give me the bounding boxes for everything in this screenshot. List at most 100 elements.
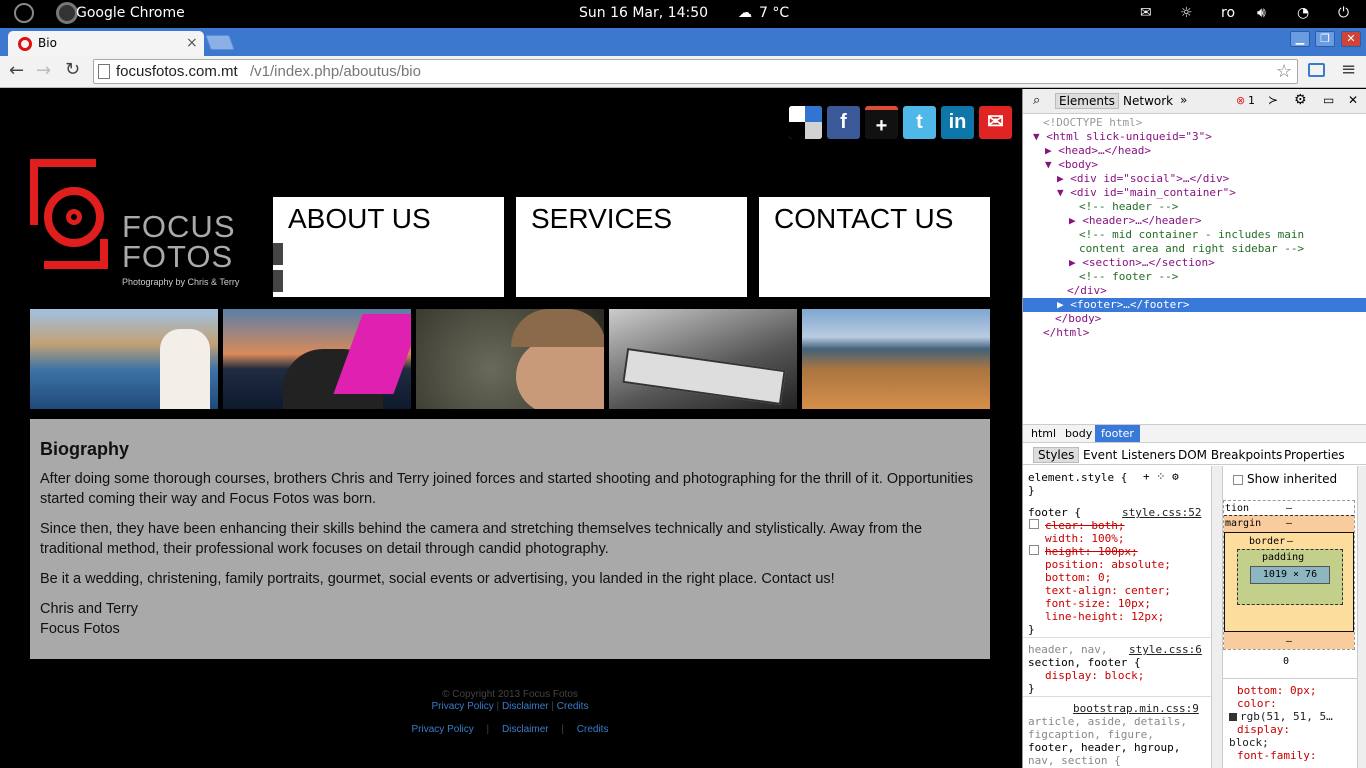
tab-elements[interactable]: Elements (1055, 93, 1119, 109)
rule-source-link[interactable]: bootstrap.min.css:9 (1073, 702, 1199, 715)
css-prop[interactable]: height: 100px; (1045, 545, 1138, 558)
devtools-close-icon[interactable]: ✕ (1348, 93, 1358, 107)
error-count[interactable]: 1 (1248, 94, 1255, 107)
new-tab-button[interactable] (205, 35, 235, 50)
brightness-icon[interactable]: ☼ (1180, 5, 1193, 21)
box-content-size[interactable]: 1019 × 76 (1250, 566, 1330, 584)
photo-thumb-wine[interactable] (609, 309, 797, 409)
linkedin-icon[interactable]: in (941, 106, 974, 139)
dom-line[interactable]: </html> (1043, 326, 1089, 340)
computed-prop[interactable]: color: (1237, 697, 1277, 710)
tab-properties[interactable]: Properties (1284, 448, 1345, 462)
css-prop[interactable]: width: 100%; (1045, 532, 1124, 545)
photo-thumb-beach[interactable] (802, 309, 990, 409)
color-swatch-icon[interactable] (1229, 713, 1237, 721)
close-window-button[interactable]: ✕ (1341, 31, 1361, 47)
more-tabs-icon[interactable]: » (1180, 93, 1187, 107)
dom-line[interactable]: content area and right sidebar --> (1079, 242, 1304, 256)
rule-source-link[interactable]: style.css:6 (1129, 643, 1202, 656)
dom-line[interactable]: ▼ <div id="main_container"> (1057, 186, 1236, 200)
add-rule-icon[interactable]: + ⁘ ⚙ (1143, 470, 1179, 483)
crumb-body[interactable]: body (1065, 427, 1092, 440)
dom-line[interactable]: ▶ <header>…</header> (1069, 214, 1201, 228)
css-prop[interactable]: display: block; (1045, 669, 1144, 682)
keyboard-layout[interactable]: ro (1221, 5, 1235, 21)
dock-icon[interactable]: ▭ (1323, 93, 1334, 107)
dom-line-selected[interactable]: ▶ <footer>…</footer> (1023, 298, 1366, 312)
wifi-icon[interactable]: ◔ (1297, 5, 1309, 21)
rule-selector[interactable]: figcaption, figure, (1028, 728, 1154, 741)
prop-checkbox[interactable] (1029, 545, 1039, 555)
forward-icon[interactable]: → (36, 60, 51, 81)
rule-source-link[interactable]: style.css:52 (1122, 506, 1201, 519)
restore-button[interactable]: ❐ (1315, 31, 1335, 47)
menu-icon[interactable]: ≡ (1341, 59, 1356, 80)
power-icon[interactable]: ⏻ (1338, 5, 1349, 21)
dom-line[interactable]: ▶ <div id="social">…</div> (1057, 172, 1229, 186)
footer-disclaimer-link[interactable]: Disclaimer (502, 701, 549, 712)
tab-network[interactable]: Network (1123, 94, 1173, 108)
css-prop[interactable]: line-height: 12px; (1045, 610, 1164, 623)
show-inherited-checkbox[interactable] (1233, 475, 1243, 485)
tab-styles[interactable]: Styles (1033, 447, 1080, 463)
photo-thumb-couple[interactable] (30, 309, 218, 409)
rule-selector[interactable]: header, nav, (1028, 643, 1107, 656)
css-prop[interactable]: position: absolute; (1045, 558, 1171, 571)
extension-icon[interactable] (1308, 63, 1325, 77)
css-prop[interactable]: bottom: 0; (1045, 571, 1111, 584)
address-bar[interactable]: focusfotos.com.mt /v1/index.php/aboutus/… (93, 59, 1298, 84)
console-icon[interactable]: ≻ (1268, 93, 1278, 107)
delicious-icon[interactable] (789, 106, 822, 139)
tab-dom-breakpoints[interactable]: DOM Breakpoints (1178, 448, 1282, 462)
computed-value[interactable]: block; (1229, 736, 1269, 749)
clock[interactable]: Sun 16 Mar, 14:50 (579, 5, 708, 21)
photo-thumb-sunset[interactable] (223, 309, 411, 409)
scrollbar[interactable] (1357, 466, 1366, 768)
tab-bio[interactable]: Bio × (8, 31, 204, 56)
rule-selector[interactable]: section, footer { (1028, 656, 1141, 669)
dom-line[interactable]: <!-- footer --> (1079, 270, 1178, 284)
dom-line[interactable]: <!DOCTYPE html> (1043, 116, 1142, 130)
dom-line[interactable]: </body> (1055, 312, 1101, 326)
scrollbar[interactable] (1211, 466, 1222, 768)
dom-line[interactable]: </div> (1067, 284, 1107, 298)
mail-icon[interactable]: ✉ (1140, 5, 1152, 21)
footer-privacy-link[interactable]: Privacy Policy (432, 701, 494, 712)
tab-event-listeners[interactable]: Event Listeners (1083, 448, 1176, 462)
footer-privacy-link-2[interactable]: Privacy Policy (412, 724, 474, 735)
dom-line[interactable]: ▼ <body> (1045, 158, 1098, 172)
crumb-footer[interactable]: footer (1095, 425, 1140, 442)
error-icon[interactable]: ⊗ (1236, 94, 1245, 107)
tab-close-icon[interactable]: × (186, 35, 198, 51)
photo-thumb-child[interactable] (416, 309, 604, 409)
inspect-search-icon[interactable]: ⌕ (1033, 93, 1040, 108)
footer-credits-link-2[interactable]: Credits (577, 724, 609, 735)
nav-contact-us[interactable]: CONTACT US (759, 197, 990, 297)
computed-prop[interactable]: font-family: (1237, 749, 1316, 762)
element-style-selector[interactable]: element.style { (1028, 471, 1127, 484)
dom-line[interactable]: <!-- header --> (1079, 200, 1178, 214)
prop-checkbox[interactable] (1029, 519, 1039, 529)
settings-gear-icon[interactable]: ⚙ (1294, 92, 1307, 108)
dom-line[interactable]: <!-- mid container - includes main (1079, 228, 1304, 242)
dom-line[interactable]: ▶ <section>…</section> (1069, 256, 1215, 270)
bookmark-star-icon[interactable]: ☆ (1276, 61, 1292, 82)
rule-selector[interactable]: nav, section { (1028, 754, 1121, 767)
footer-credits-link[interactable]: Credits (557, 701, 589, 712)
nav-about-us[interactable]: ABOUT US (273, 197, 504, 297)
app-menu-title[interactable]: Google Chrome (76, 5, 185, 21)
crumb-html[interactable]: html (1031, 427, 1056, 440)
computed-prop[interactable]: display: (1237, 723, 1290, 736)
rule-selector[interactable]: article, aside, details, (1028, 715, 1187, 728)
css-prop[interactable]: text-align: center; (1045, 584, 1171, 597)
rule-selector[interactable]: footer, header, hgroup, (1028, 741, 1180, 754)
google-plus-icon[interactable]: + (865, 106, 898, 139)
dom-line[interactable]: ▶ <head>…</head> (1045, 144, 1151, 158)
site-logo[interactable]: FOCUS FOTOS Photography by Chris & Terry (30, 159, 260, 289)
email-icon[interactable]: ✉ (979, 106, 1012, 139)
nav-services[interactable]: SERVICES (516, 197, 747, 297)
computed-prop[interactable]: bottom: 0px; (1237, 684, 1316, 697)
back-icon[interactable]: ← (9, 60, 24, 81)
css-prop[interactable]: clear: both; (1045, 519, 1124, 532)
css-prop[interactable]: font-size: 10px; (1045, 597, 1151, 610)
